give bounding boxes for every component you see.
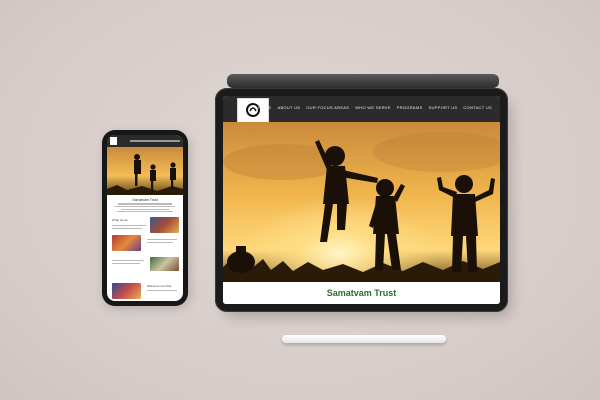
text-line	[112, 225, 146, 227]
text-line	[117, 211, 173, 213]
text-line	[147, 290, 177, 292]
phone-hero-image	[107, 147, 183, 195]
nav-item-about-us[interactable]: ABOUT US	[277, 105, 300, 110]
children-silhouette-sunset-image	[223, 122, 500, 282]
program-thumbnail-1[interactable]	[150, 217, 179, 233]
phone-device: Samatvam Trust What we do Welcome our Ki…	[102, 130, 188, 306]
text-line	[147, 239, 177, 241]
site-title-bar: Samatvam Trust	[223, 282, 500, 304]
nav-item-support-us[interactable]: SUPPORT US	[429, 105, 458, 110]
text-line	[115, 205, 175, 208]
nav-item-contact-us[interactable]: CONTACT US	[463, 105, 492, 110]
tablet-keyboard-cover	[227, 74, 499, 88]
desk-background: HOME ABOUT US OUR FOCUS AREAS WHO WE SER…	[0, 0, 600, 400]
main-menu: HOME ABOUT US OUR FOCUS AREAS WHO WE SER…	[258, 105, 492, 110]
program-thumbnail-3[interactable]	[150, 257, 179, 271]
stylus-pencil	[282, 335, 446, 343]
tablet-screen: HOME ABOUT US OUR FOCUS AREAS WHO WE SER…	[223, 96, 500, 304]
text-line	[112, 228, 142, 230]
text-line	[118, 203, 172, 205]
site-logo[interactable]	[237, 98, 269, 124]
phone-section-label: What we do	[112, 218, 128, 222]
nav-item-focus-areas[interactable]: OUR FOCUS AREAS	[306, 105, 349, 110]
phone-menu-line	[130, 140, 180, 142]
hero-image	[223, 122, 500, 282]
tablet-device: HOME ABOUT US OUR FOCUS AREAS WHO WE SER…	[215, 88, 508, 312]
program-thumbnail-2[interactable]	[112, 235, 141, 251]
nav-item-programs[interactable]: PROGRAMS	[397, 105, 423, 110]
program-thumbnail-4[interactable]	[112, 283, 141, 299]
text-line	[121, 208, 169, 210]
phone-children-silhouette-image	[107, 147, 183, 195]
phone-intro-section: Samatvam Trust	[111, 198, 179, 214]
nav-item-home[interactable]: HOME	[258, 105, 271, 110]
text-line	[112, 263, 140, 265]
tablet-navbar: HOME ABOUT US OUR FOCUS AREAS WHO WE SER…	[223, 96, 500, 124]
site-title: Samatvam Trust	[326, 288, 397, 298]
phone-logo[interactable]	[110, 137, 117, 145]
text-line	[147, 242, 173, 244]
phone-footer-label: Welcome our Kids	[147, 284, 172, 288]
phone-screen: Samatvam Trust What we do Welcome our Ki…	[107, 135, 183, 301]
phone-heading: Samatvam Trust	[132, 198, 158, 202]
nav-item-who-we-serve[interactable]: WHO WE SERVE	[355, 105, 391, 110]
phone-navbar	[107, 135, 183, 147]
text-line	[112, 260, 144, 262]
